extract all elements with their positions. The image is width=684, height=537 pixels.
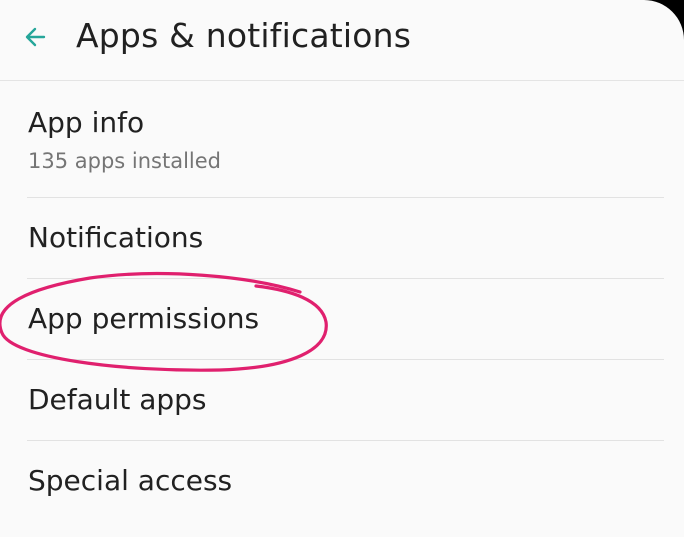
settings-list: App info 135 apps installed Notification… xyxy=(0,81,684,522)
list-item-label: Default apps xyxy=(28,383,207,416)
arrow-left-icon xyxy=(18,18,58,58)
list-item-app-info[interactable]: App info 135 apps installed xyxy=(0,81,684,198)
list-item-special-access[interactable]: Special access xyxy=(0,441,684,522)
list-item-label: App info xyxy=(28,106,145,139)
list-item-label: App permissions xyxy=(28,302,260,335)
list-item-default-apps[interactable]: Default apps xyxy=(0,360,684,441)
page-title: Apps & notifications xyxy=(76,16,412,55)
list-item-app-permissions[interactable]: App permissions xyxy=(0,279,684,360)
list-item-notifications[interactable]: Notifications xyxy=(0,198,684,279)
back-button[interactable] xyxy=(18,18,58,58)
app-bar: Apps & notifications xyxy=(0,0,684,81)
list-item-subtitle: 135 apps installed xyxy=(28,149,222,173)
settings-screen: Apps & notifications App info 135 apps i… xyxy=(0,0,684,537)
list-item-label: Special access xyxy=(28,464,233,497)
list-item-label: Notifications xyxy=(28,221,204,254)
